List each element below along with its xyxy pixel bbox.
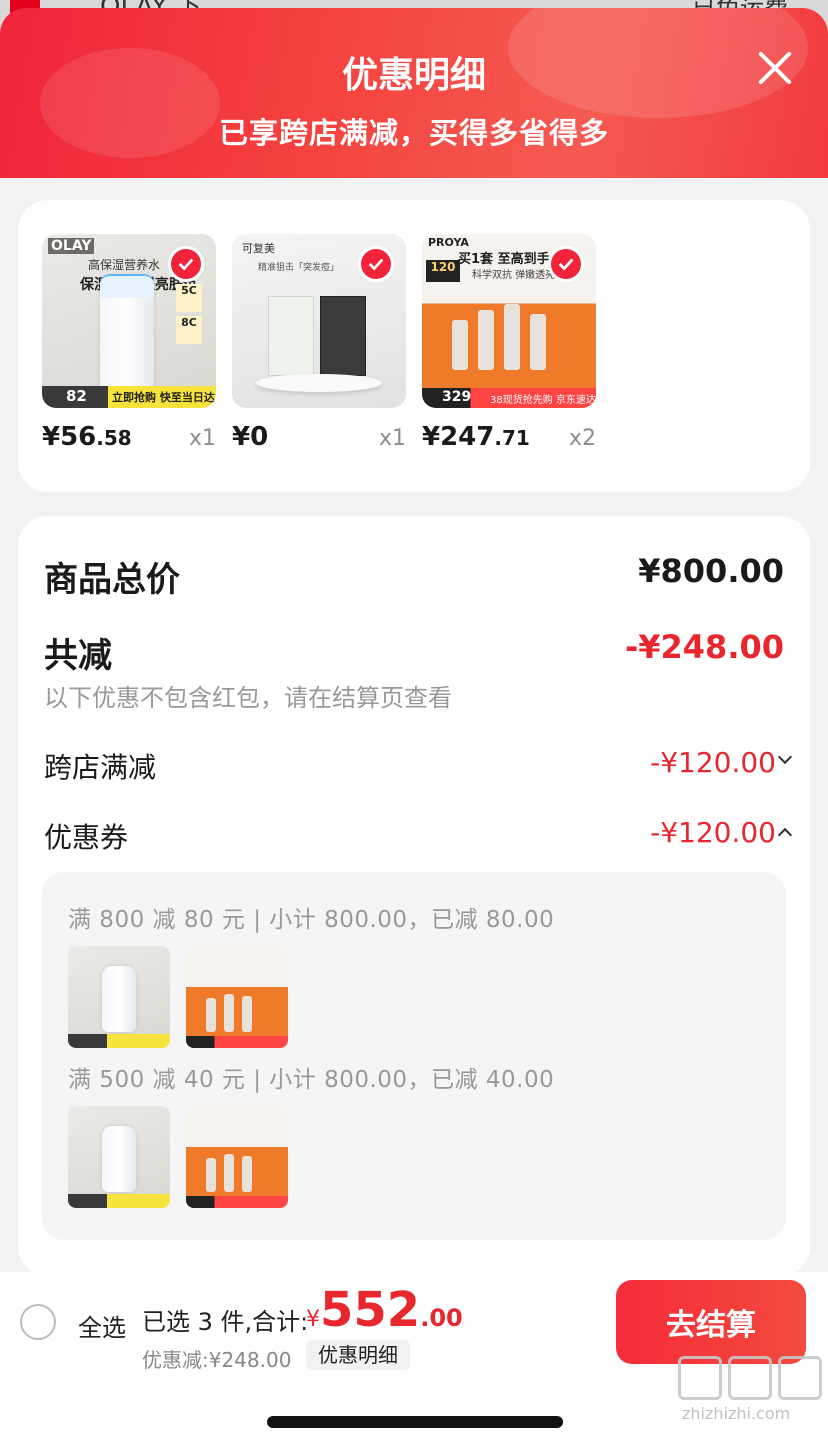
sheet-subtitle: 已享跨店满减，买得多省得多 <box>218 116 609 150</box>
product-thumbnail <box>186 1106 288 1208</box>
discount-note: 以下优惠不包含红包，请在结算页查看 <box>44 684 452 712</box>
discount-detail-button[interactable]: 优惠明细 <box>306 1340 410 1370</box>
product-item[interactable]: PROYA 买1套 至高到手11件 科学双抗 弹嫩透亮 120 329 38现货抢… <box>422 234 596 452</box>
product-thumbnail <box>68 1106 170 1208</box>
product-price: ¥56.58 <box>42 422 132 452</box>
total-price-value: ¥800.00 <box>638 552 784 590</box>
product-image: PROYA 买1套 至高到手11件 科学双抗 弹嫩透亮 120 329 38现货抢… <box>422 234 596 408</box>
coupon-detail-panel: 满 800 减 80 元 | 小计 800.00，已减 80.00 满 500 … <box>42 872 786 1240</box>
sheet-title: 优惠明细 <box>341 55 486 96</box>
select-all-label[interactable]: 全选 <box>78 1308 126 1343</box>
home-indicator[interactable] <box>267 1416 563 1428</box>
selected-count-label: 已选 3 件,合计: <box>142 1308 309 1336</box>
product-price: ¥0 <box>232 422 269 452</box>
product-thumbnail <box>186 946 288 1048</box>
chevron-up-icon[interactable] <box>777 827 793 843</box>
product-item[interactable]: OLAY 高保湿营养水 保湿补水 提亮肤色 5C 8C 82立即抢购 快至当日达… <box>42 234 216 452</box>
selected-check-icon[interactable] <box>358 246 394 282</box>
product-qty: x2 <box>568 426 596 451</box>
product-price: ¥247.71 <box>422 422 530 452</box>
select-all-radio[interactable] <box>20 1304 56 1340</box>
close-icon[interactable] <box>756 48 794 86</box>
discount-amount: 优惠减:¥248.00 <box>142 1348 292 1372</box>
product-qty: x1 <box>378 426 406 451</box>
product-image: OLAY 高保湿营养水 保湿补水 提亮肤色 5C 8C 82立即抢购 快至当日达 <box>42 234 216 408</box>
selected-products-card: OLAY 高保湿营养水 保湿补水 提亮肤色 5C 8C 82立即抢购 快至当日达… <box>18 200 810 492</box>
product-item[interactable]: 可复美 精准狙击「突发痘」 ¥0 x1 <box>232 234 406 452</box>
coupon-tier-text: 满 800 减 80 元 | 小计 800.00，已减 80.00 <box>68 907 555 933</box>
site-watermark: zhizhizhi.com <box>678 1356 824 1423</box>
discount-summary-card: 商品总价 ¥800.00 共减 -¥248.00 以下优惠不包含红包，请在结算页… <box>18 516 810 1276</box>
product-image: 可复美 精准狙击「突发痘」 <box>232 234 406 408</box>
coupon-tier-text: 满 500 减 40 元 | 小计 800.00，已减 40.00 <box>68 1067 555 1093</box>
product-qty: x1 <box>188 426 216 451</box>
selected-check-icon[interactable] <box>548 246 584 282</box>
total-payable: ¥552.00 <box>306 1282 463 1338</box>
product-thumbnail <box>68 946 170 1048</box>
sheet-header: 优惠明细 已享跨店满减，买得多省得多 <box>0 8 828 178</box>
checkout-button[interactable]: 去结算 <box>616 1280 806 1364</box>
total-discount-value: -¥248.00 <box>624 628 784 666</box>
chevron-down-icon[interactable] <box>777 749 793 765</box>
selected-check-icon[interactable] <box>168 246 204 282</box>
